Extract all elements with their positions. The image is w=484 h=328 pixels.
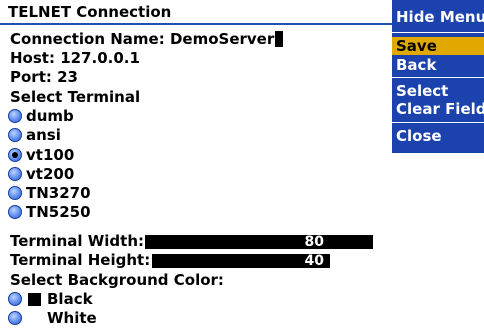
select-background-label: Select Background Color: (10, 271, 224, 289)
connection-name-label: Connection Name: (10, 30, 170, 48)
port-field[interactable]: Port: 23 (10, 68, 78, 86)
terminal-width-value: 80 (304, 234, 324, 250)
port-label: Port: (10, 68, 58, 86)
radio-button[interactable] (8, 205, 22, 219)
menu-item-select[interactable]: Select (392, 82, 484, 100)
radio-button[interactable] (8, 167, 22, 181)
background-option-label: Black (47, 290, 93, 308)
terminal-height-label: Terminal Height: (10, 251, 151, 269)
radio-button[interactable] (8, 292, 22, 306)
host-label: Host: (10, 49, 61, 67)
menu-divider (392, 77, 484, 78)
menu-item-save[interactable]: Save (392, 37, 484, 55)
menu-divider (392, 122, 484, 123)
menu-item-close[interactable]: Close (392, 127, 484, 145)
color-swatch-black (28, 293, 41, 306)
page-title: TELNET Connection (8, 3, 172, 21)
terminal-option-label: TN3270 (26, 184, 91, 202)
terminal-option-tn3270[interactable]: TN3270 (8, 184, 91, 202)
radio-button[interactable] (8, 186, 22, 200)
context-menu: Hide Menu Save Back Select Clear Field C… (392, 0, 484, 153)
terminal-width-label: Terminal Width: (10, 232, 145, 250)
terminal-option-tn5250[interactable]: TN5250 (8, 203, 91, 221)
terminal-option-label: vt200 (26, 165, 75, 183)
radio-button-selected[interactable] (8, 148, 22, 162)
port-value[interactable]: 23 (57, 68, 78, 86)
menu-item-clear-field[interactable]: Clear Field (392, 100, 484, 118)
terminal-option-ansi[interactable]: ansi (8, 126, 61, 144)
terminal-option-label: TN5250 (26, 203, 91, 221)
terminal-option-vt200[interactable]: vt200 (8, 165, 74, 183)
host-field[interactable]: Host: 127.0.0.1 (10, 49, 140, 67)
host-value[interactable]: 127.0.0.1 (60, 49, 140, 67)
terminal-height-value: 40 (304, 253, 324, 269)
menu-divider (392, 32, 484, 33)
text-cursor (275, 31, 284, 47)
radio-button[interactable] (8, 109, 22, 123)
terminal-option-label: vt100 (26, 146, 75, 164)
menu-item-hide-menu[interactable]: Hide Menu (392, 8, 484, 26)
connection-name-value[interactable]: DemoServer (170, 30, 274, 48)
background-option-black[interactable]: Black (8, 290, 93, 308)
connection-name-field[interactable]: Connection Name: DemoServer (10, 30, 284, 48)
terminal-option-label: ansi (26, 126, 61, 144)
terminal-option-label: dumb (26, 107, 74, 125)
radio-button[interactable] (8, 311, 22, 325)
radio-button[interactable] (8, 128, 22, 142)
terminal-option-dumb[interactable]: dumb (8, 107, 74, 125)
select-terminal-label: Select Terminal (10, 88, 141, 106)
color-swatch-white (28, 312, 41, 325)
background-option-white[interactable]: White (8, 309, 97, 327)
telnet-connection-screen: TELNET Connection Connection Name: DemoS… (0, 0, 484, 328)
background-option-label: White (47, 309, 97, 327)
menu-item-back[interactable]: Back (392, 56, 484, 74)
terminal-option-vt100[interactable]: vt100 (8, 146, 74, 164)
